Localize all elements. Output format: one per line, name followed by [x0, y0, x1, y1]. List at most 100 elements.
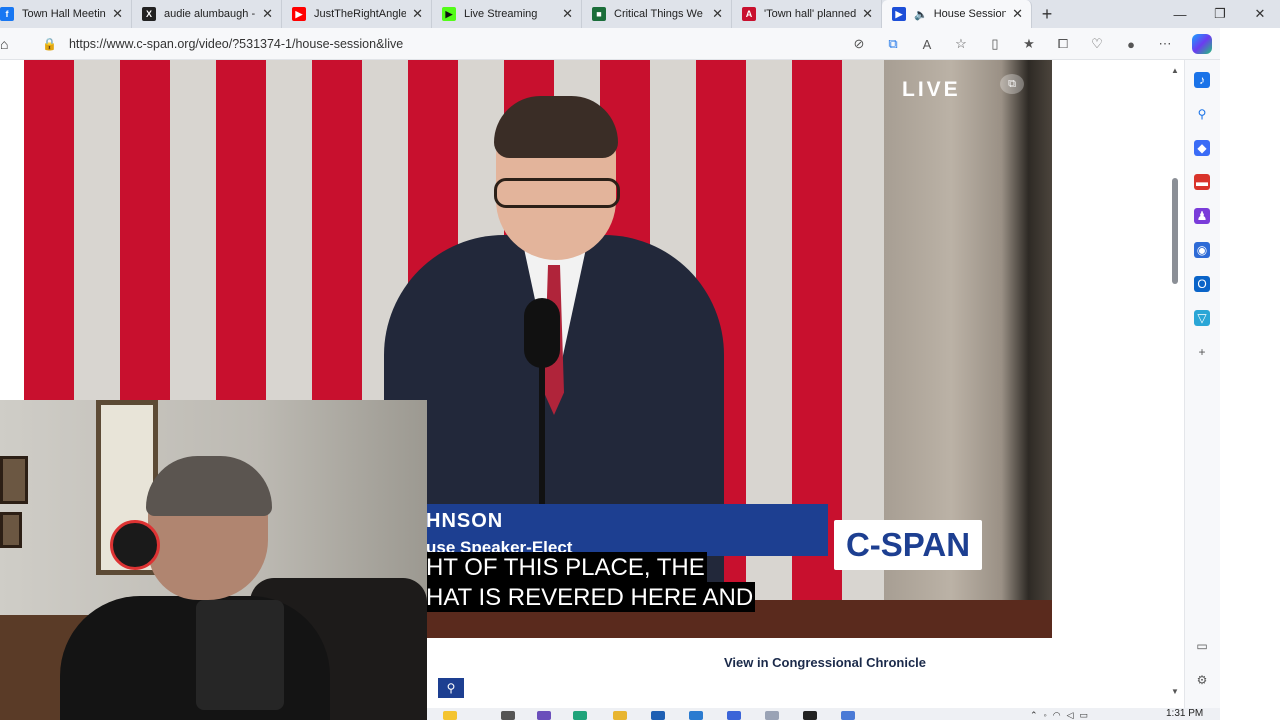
address-bar: ⌂ 🔒 https://www.c-span.org/video/?531374…	[0, 28, 1220, 60]
close-window-button[interactable]: ✕	[1240, 0, 1280, 28]
webcam-picture-frame	[0, 456, 28, 504]
tab-town-hall-planned[interactable]: A 'Town hall' planned t ✕	[732, 0, 882, 28]
bookmark-site-icon: ■	[592, 7, 606, 21]
settings-gear-icon[interactable]: ⚙	[1194, 672, 1210, 688]
facebook-icon: f	[0, 7, 14, 21]
folder-taskbar-icon[interactable]	[613, 711, 627, 720]
taskbar-app-icon[interactable]	[651, 711, 665, 720]
window-controls: — ❐ ✕	[1160, 0, 1280, 28]
hide-sidebar-icon[interactable]: ▭	[1194, 638, 1210, 654]
lock-icon[interactable]: 🔒	[42, 37, 57, 51]
tab-title: 'Town hall' planned t	[764, 8, 857, 20]
taskbar-clock[interactable]: 1:31 PM	[1166, 708, 1203, 719]
speaker-hair	[494, 96, 618, 158]
obs-taskbar-icon[interactable]	[803, 711, 817, 720]
page-scrollbar[interactable]: ▲ ▼	[1168, 60, 1182, 700]
picture-in-picture-icon[interactable]: ⧉	[1000, 74, 1024, 94]
webcam-person-body	[60, 596, 330, 720]
tab-strip: f Town Hall Meeting - F ✕ X audie alumba…	[0, 0, 1280, 28]
address-bar-icons: ⊘ ⧉ A ☆ ▯ ★ ⧠ ♡ ● ⋯	[842, 28, 1212, 60]
youtube-icon: ▶	[292, 7, 306, 21]
scroll-up-icon[interactable]: ▲	[1171, 66, 1179, 75]
caption-line-2: HAT IS REVERED HERE AND	[426, 582, 756, 612]
network-icon[interactable]: ◠	[1053, 710, 1067, 720]
back-arrow-icon[interactable]: ⌂	[0, 36, 16, 52]
cspan-play-icon: ▶	[892, 7, 906, 21]
tab-house-session[interactable]: ▶ 🔈 House Session | ✕	[882, 0, 1032, 28]
webcam-picture-frame	[0, 512, 22, 548]
speaker-glasses	[494, 178, 620, 208]
tab-title: audie alumbaugh - S	[164, 8, 257, 20]
taskbar	[427, 708, 1220, 720]
webcam-microphone	[110, 520, 160, 570]
kick-icon: ▶	[442, 7, 456, 21]
microphone-tray-icon[interactable]: ◦	[1044, 710, 1053, 720]
x-logo-icon: X	[142, 7, 156, 21]
tab-title: JustTheRightAngle o	[314, 8, 407, 20]
lower-third-name: HNSON	[426, 510, 504, 532]
copilot-icon[interactable]	[1192, 34, 1212, 54]
add-sidebar-app-icon[interactable]: +	[1194, 344, 1210, 360]
system-tray: ⌃◦◠◁▭	[1030, 710, 1094, 720]
tab-audie-alumbaugh[interactable]: X audie alumbaugh - S ✕	[132, 0, 282, 28]
chevron-up-icon[interactable]: ⌃	[1030, 710, 1044, 720]
read-aloud-icon[interactable]: A	[910, 37, 944, 52]
tab-justtherightangle[interactable]: ▶ JustTheRightAngle o ✕	[282, 0, 432, 28]
scroll-down-icon[interactable]: ▼	[1171, 687, 1179, 696]
taskbar-app-icon[interactable]	[689, 711, 703, 720]
scrollbar-thumb[interactable]	[1172, 178, 1178, 284]
profile-avatar[interactable]: ●	[1114, 37, 1148, 52]
notifications-bell-icon[interactable]: ♪	[1194, 72, 1210, 88]
drop-icon[interactable]: ▽	[1194, 310, 1210, 326]
collections-icon[interactable]: ⧠	[1046, 36, 1080, 52]
file-explorer-icon[interactable]	[443, 711, 457, 720]
url-field[interactable]: https://www.c-span.org/video/?531374-1/h…	[69, 37, 403, 51]
browser-essentials-icon[interactable]: ♡	[1080, 36, 1114, 52]
minimize-button[interactable]: —	[1160, 0, 1200, 28]
search-sidebar-icon[interactable]: ⚲	[1194, 106, 1210, 122]
tab-title: Critical Things We Ne	[614, 8, 706, 20]
close-tab-icon[interactable]: ✕	[862, 6, 873, 22]
tab-title: Town Hall Meeting - F	[22, 8, 106, 20]
news-site-icon: A	[742, 7, 756, 21]
favorites-icon[interactable]: ★	[1012, 36, 1046, 52]
app-available-icon[interactable]: ⧉	[876, 36, 910, 52]
restore-button[interactable]: ❐	[1200, 0, 1240, 28]
taskbar-app-icon[interactable]	[537, 711, 551, 720]
tab-town-hall-meeting[interactable]: f Town Hall Meeting - F ✕	[0, 0, 132, 28]
battery-icon[interactable]: ▭	[1080, 710, 1095, 720]
favorite-star-icon[interactable]: ☆	[944, 36, 978, 52]
search-icon[interactable]: ⚲	[438, 678, 464, 698]
volume-icon[interactable]: ◁	[1067, 710, 1080, 720]
window-edge	[1220, 28, 1280, 720]
close-tab-icon[interactable]: ✕	[112, 6, 123, 22]
tools-icon[interactable]: ▬	[1194, 174, 1210, 190]
tab-live-streaming[interactable]: ▶ Live Streaming ✕	[432, 0, 582, 28]
taskbar-app-icon[interactable]	[501, 711, 515, 720]
games-icon[interactable]: ♟	[1194, 208, 1210, 224]
taskbar-app-icon[interactable]	[727, 711, 741, 720]
live-badge: LIVE	[902, 78, 961, 101]
tracking-prevention-icon[interactable]: ⊘	[842, 36, 876, 52]
taskbar-app-icon[interactable]	[765, 711, 779, 720]
speaker-audio-icon[interactable]: 🔈	[914, 8, 928, 21]
edge-taskbar-icon[interactable]	[573, 711, 587, 720]
new-tab-button[interactable]: +	[1032, 0, 1062, 28]
cspan-logo: C-SPAN	[834, 520, 982, 570]
tab-title: Live Streaming	[464, 8, 538, 20]
close-tab-icon[interactable]: ✕	[712, 6, 723, 22]
shopping-tag-icon[interactable]: ◆	[1194, 140, 1210, 156]
taskbar-app-icon[interactable]	[841, 711, 855, 720]
edge-sidebar: ♪ ⚲ ◆ ▬ ♟ ◉ O ▽ + ▭ ⚙	[1184, 60, 1220, 720]
podium-microphone	[524, 298, 560, 368]
close-tab-icon[interactable]: ✕	[1012, 6, 1023, 22]
outlook-icon[interactable]: O	[1194, 276, 1210, 292]
microsoft-365-icon[interactable]: ◉	[1194, 242, 1210, 258]
tab-critical-things[interactable]: ■ Critical Things We Ne ✕	[582, 0, 732, 28]
split-screen-icon[interactable]: ▯	[978, 36, 1012, 52]
close-tab-icon[interactable]: ✕	[262, 6, 273, 22]
close-tab-icon[interactable]: ✕	[562, 6, 573, 22]
more-menu-icon[interactable]: ⋯	[1148, 36, 1182, 52]
close-tab-icon[interactable]: ✕	[412, 6, 423, 22]
congressional-chronicle-link[interactable]: View in Congressional Chronicle	[724, 655, 926, 670]
